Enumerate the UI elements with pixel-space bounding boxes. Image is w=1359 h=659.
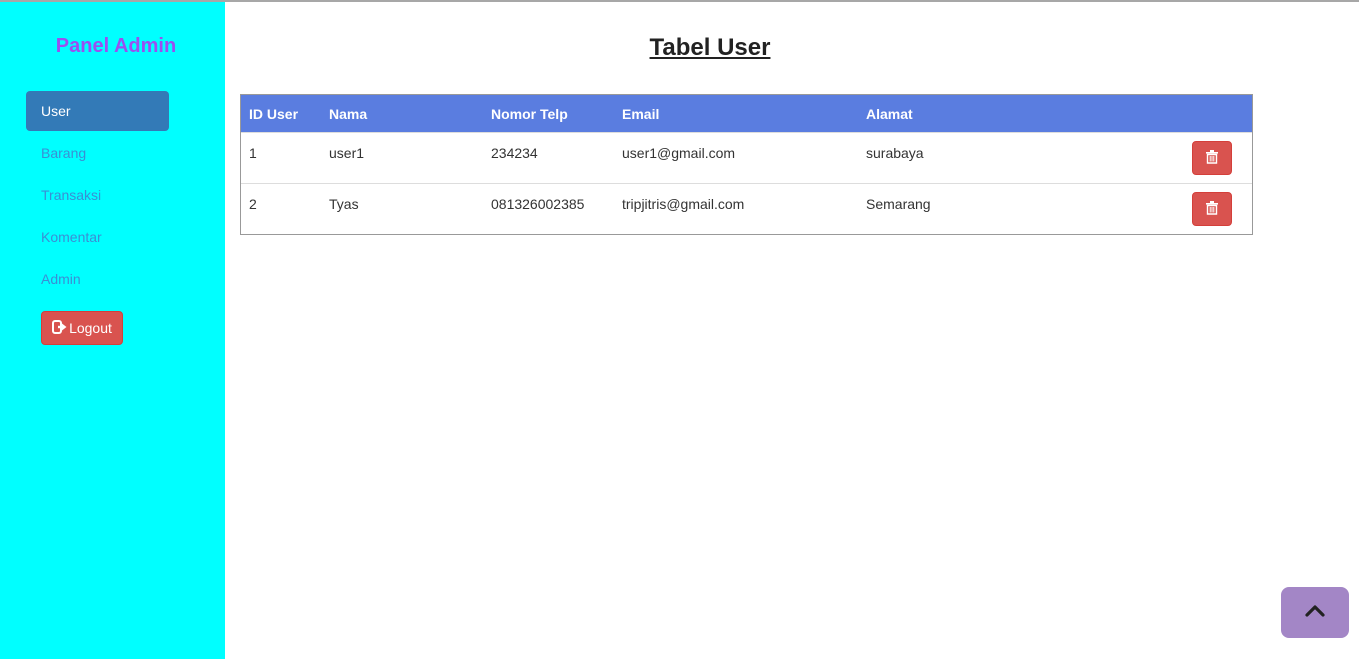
cell-alamat: surabaya: [866, 145, 924, 161]
cell-id: 1: [249, 145, 257, 161]
user-table: ID User Nama Nomor Telp Email Alamat 1 u…: [240, 94, 1253, 235]
trash-icon: [1206, 200, 1218, 218]
logout-button[interactable]: Logout: [41, 311, 123, 345]
cell-telp: 234234: [491, 145, 538, 161]
column-header-alamat: Alamat: [866, 105, 913, 122]
table-row: 2 Tyas 081326002385 tripjitris@gmail.com…: [241, 183, 1252, 234]
table-row: 1 user1 234234 user1@gmail.com surabaya: [241, 132, 1252, 183]
delete-button[interactable]: [1192, 192, 1232, 226]
sidebar-item-komentar[interactable]: Komentar: [26, 217, 169, 257]
cell-id: 2: [249, 196, 257, 212]
sidebar-item-barang[interactable]: Barang: [26, 133, 169, 173]
column-header-telp: Nomor Telp: [491, 105, 568, 122]
logout-label: Logout: [69, 320, 112, 336]
sidebar-item-user[interactable]: User: [26, 91, 169, 131]
page-title: Tabel User: [649, 34, 771, 61]
sidebar: Panel Admin User Barang Transaksi Koment…: [0, 2, 225, 659]
cell-nama: user1: [329, 145, 365, 161]
scroll-to-top-button[interactable]: [1281, 587, 1349, 638]
column-header-id: ID User: [249, 105, 299, 122]
sign-out-icon: [52, 319, 69, 337]
column-header-nama: Nama: [329, 105, 368, 122]
brand-title: Panel Admin: [55, 35, 177, 57]
trash-icon: [1206, 149, 1218, 167]
cell-email: user1@gmail.com: [622, 145, 736, 161]
cell-alamat: Semarang: [866, 196, 931, 212]
sidebar-item-admin[interactable]: Admin: [26, 259, 169, 299]
sidebar-nav: User Barang Transaksi Komentar Admin: [26, 91, 169, 301]
cell-email: tripjitris@gmail.com: [622, 196, 745, 212]
cell-nama: Tyas: [329, 196, 359, 212]
cell-telp: 081326002385: [491, 196, 585, 212]
column-header-email: Email: [622, 105, 660, 122]
sidebar-item-transaksi[interactable]: Transaksi: [26, 175, 169, 215]
table-header: ID User Nama Nomor Telp Email Alamat: [241, 95, 1252, 132]
chevron-up-icon: [1305, 604, 1325, 621]
delete-button[interactable]: [1192, 141, 1232, 175]
